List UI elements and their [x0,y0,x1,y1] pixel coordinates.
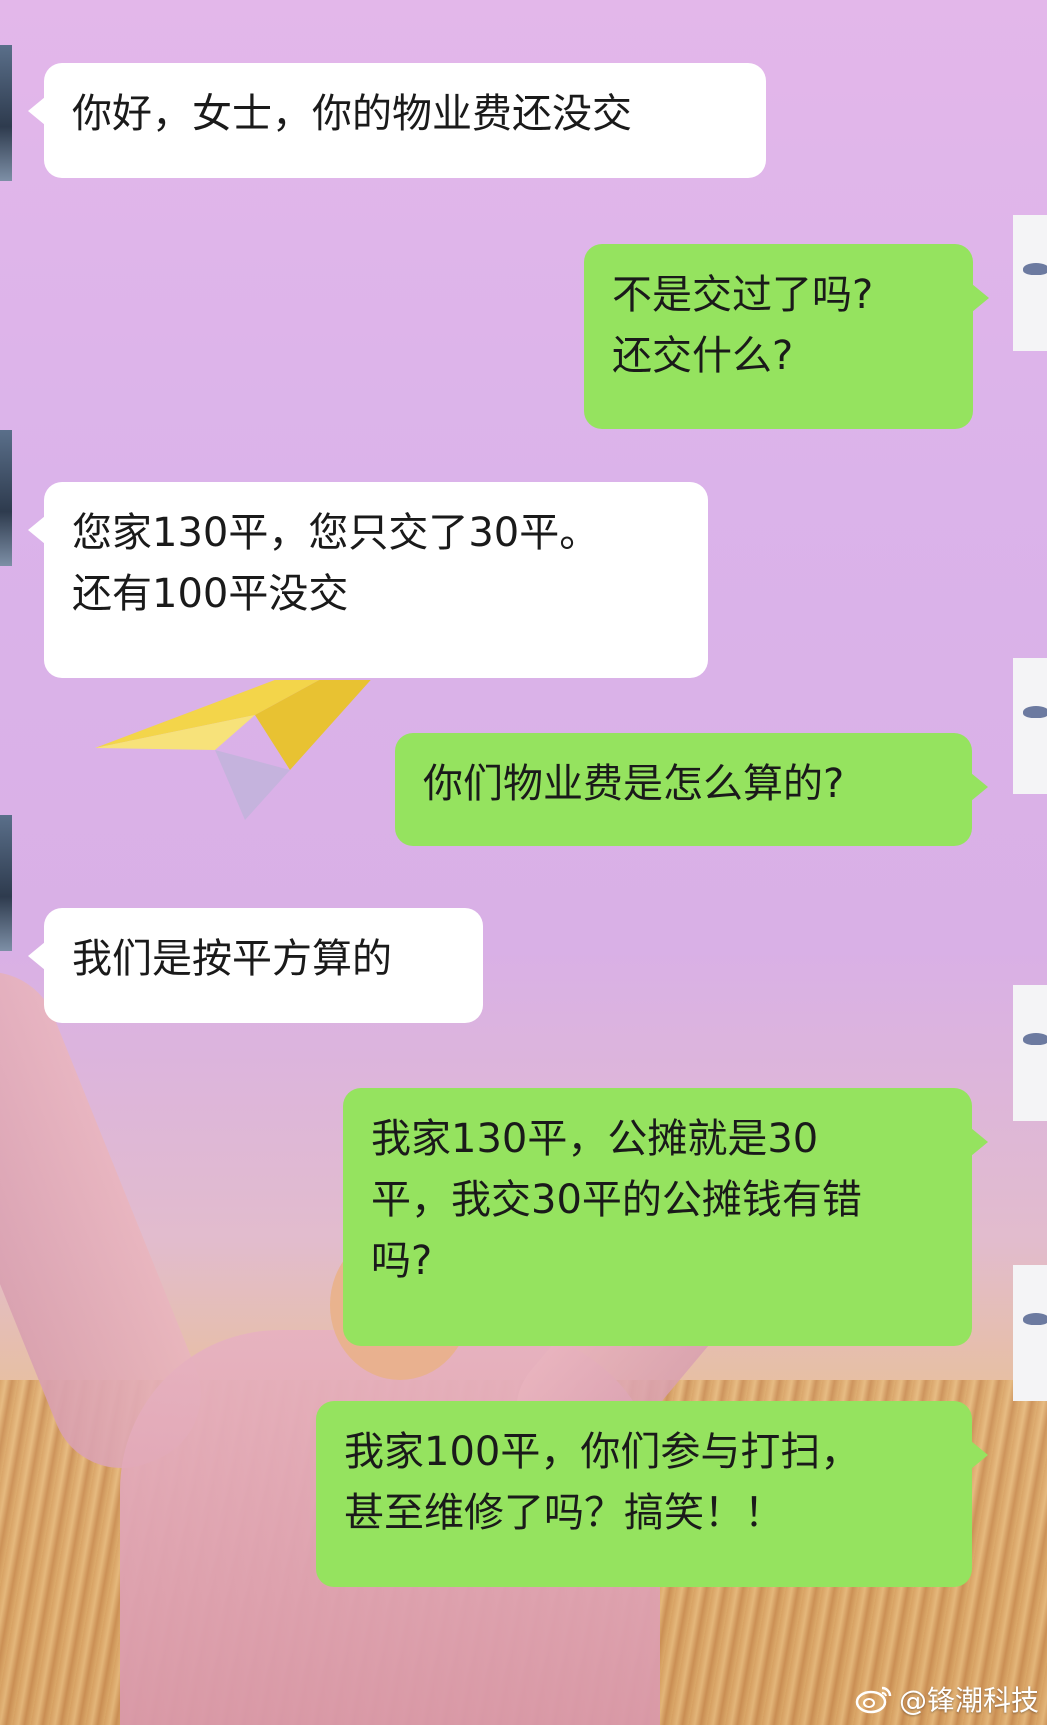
weibo-icon [855,1684,893,1714]
user-avatar[interactable] [1013,658,1047,794]
message-bubble-sent[interactable]: 我家100平，你们参与打扫， 甚至维修了吗？搞笑！！ [316,1401,988,1587]
contact-avatar[interactable] [0,430,12,566]
message-bubble-received[interactable]: 我们是按平方算的 [28,908,483,1023]
contact-avatar[interactable] [0,815,12,951]
user-avatar[interactable] [1013,985,1047,1121]
watermark-text: @锋潮科技 [898,1684,1039,1717]
contact-avatar[interactable] [0,45,12,181]
message-bubble-received[interactable]: 你好，女士，你的物业费还没交 [28,63,766,178]
message-bubble-sent[interactable]: 不是交过了吗? 还交什么? [584,244,989,429]
message-bubble-sent[interactable]: 你们物业费是怎么算的? [395,733,988,846]
message-bubble-sent[interactable]: 我家130平，公摊就是30 平，我交30平的公摊钱有错 吗? [343,1088,988,1346]
watermark: @锋潮科技 [855,1679,1039,1719]
user-avatar[interactable] [1013,1265,1047,1401]
message-bubble-received[interactable]: 您家130平，您只交了30平。 还有100平没交 [28,482,708,678]
user-avatar[interactable] [1013,215,1047,351]
